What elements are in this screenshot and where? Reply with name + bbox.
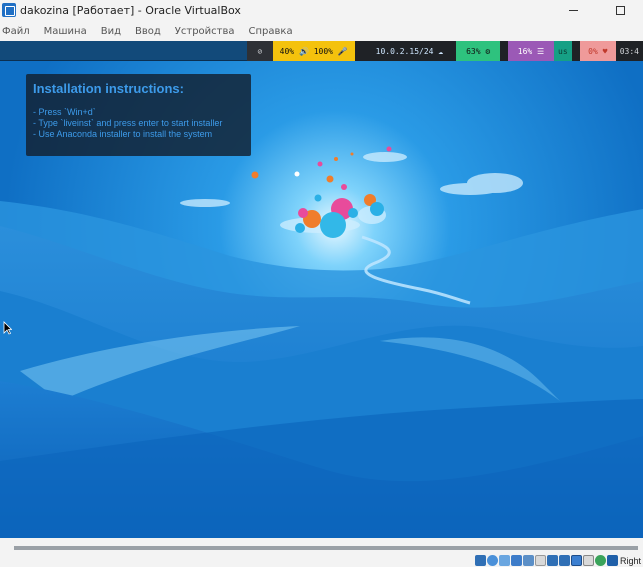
eye-off-icon[interactable]: ⊘	[246, 41, 273, 61]
title-bar: dakozina [Работает] - Oracle VirtualBox	[0, 0, 643, 20]
window-title: dakozina [Работает] - Oracle VirtualBox	[20, 3, 241, 17]
menu-input[interactable]: Ввод	[135, 26, 161, 37]
panel-gap	[571, 41, 580, 61]
panel-workspace-area[interactable]	[0, 41, 247, 61]
menu-help[interactable]: Справка	[249, 26, 293, 37]
panel-gap	[354, 41, 363, 61]
virtualbox-icon	[2, 3, 16, 17]
keyboard-layout-indicator[interactable]: us	[553, 41, 572, 61]
menu-view[interactable]: Вид	[101, 26, 121, 37]
keyboard-icon[interactable]	[606, 555, 618, 566]
maximize-button[interactable]	[597, 0, 643, 20]
audio-icon[interactable]	[498, 555, 510, 566]
memory-indicator[interactable]: 16% ☰	[508, 41, 554, 61]
network-indicator[interactable]: 10.0.2.15/24 ☁	[362, 41, 457, 61]
recording-icon[interactable]	[570, 555, 582, 566]
menu-devices[interactable]: Устройства	[175, 26, 235, 37]
battery-indicator[interactable]: 0% ♥	[579, 41, 616, 61]
maximize-icon	[615, 5, 625, 15]
cpu-indicator-icon[interactable]	[582, 555, 594, 566]
horizontal-scrollbar[interactable]	[14, 546, 638, 550]
usb-icon[interactable]	[522, 555, 534, 566]
menu-file[interactable]: Файл	[2, 26, 30, 37]
top-status-panel: ⊘ 40% 🔊 100% 🎤 10.0.2.15/24 ☁ 63% ⚙ 16% …	[0, 41, 643, 61]
instruction-line: - Press `Win+d`	[33, 107, 96, 117]
minimize-button[interactable]	[550, 0, 596, 20]
instructions-title: Installation instructions:	[33, 81, 184, 96]
host-key-label: Right	[619, 555, 641, 566]
menu-bar: Файл Машина Вид Ввод Устройства Справка	[0, 22, 643, 40]
display-icon[interactable]	[546, 555, 558, 566]
shared-folders-icon[interactable]	[534, 555, 546, 566]
mouse-cursor-icon	[3, 321, 12, 335]
cpu-indicator[interactable]: 63% ⚙	[456, 41, 501, 61]
instruction-line: - Use Anaconda installer to install the …	[33, 129, 213, 139]
instruction-line: - Type `liveinst` and press enter to sta…	[33, 118, 223, 128]
hdd-icon[interactable]	[474, 555, 486, 566]
clock[interactable]: 03:4	[615, 41, 643, 61]
vm-display[interactable]: ⊘ 40% 🔊 100% 🎤 10.0.2.15/24 ☁ 63% ⚙ 16% …	[0, 41, 643, 538]
vm-bottom-border	[0, 538, 643, 546]
panel-gap	[500, 41, 509, 61]
network-icon[interactable]	[510, 555, 522, 566]
installation-instructions-box: Installation instructions: - Press `Win+…	[26, 74, 251, 156]
audio-indicator[interactable]: 40% 🔊 100% 🎤	[272, 41, 355, 61]
menu-machine[interactable]: Машина	[44, 26, 87, 37]
video-capture-icon[interactable]	[558, 555, 570, 566]
minimize-icon	[568, 9, 578, 11]
mouse-integration-icon[interactable]	[594, 555, 606, 566]
virtualbox-status-bar: Right	[0, 554, 643, 567]
optical-drive-icon[interactable]	[486, 555, 498, 566]
